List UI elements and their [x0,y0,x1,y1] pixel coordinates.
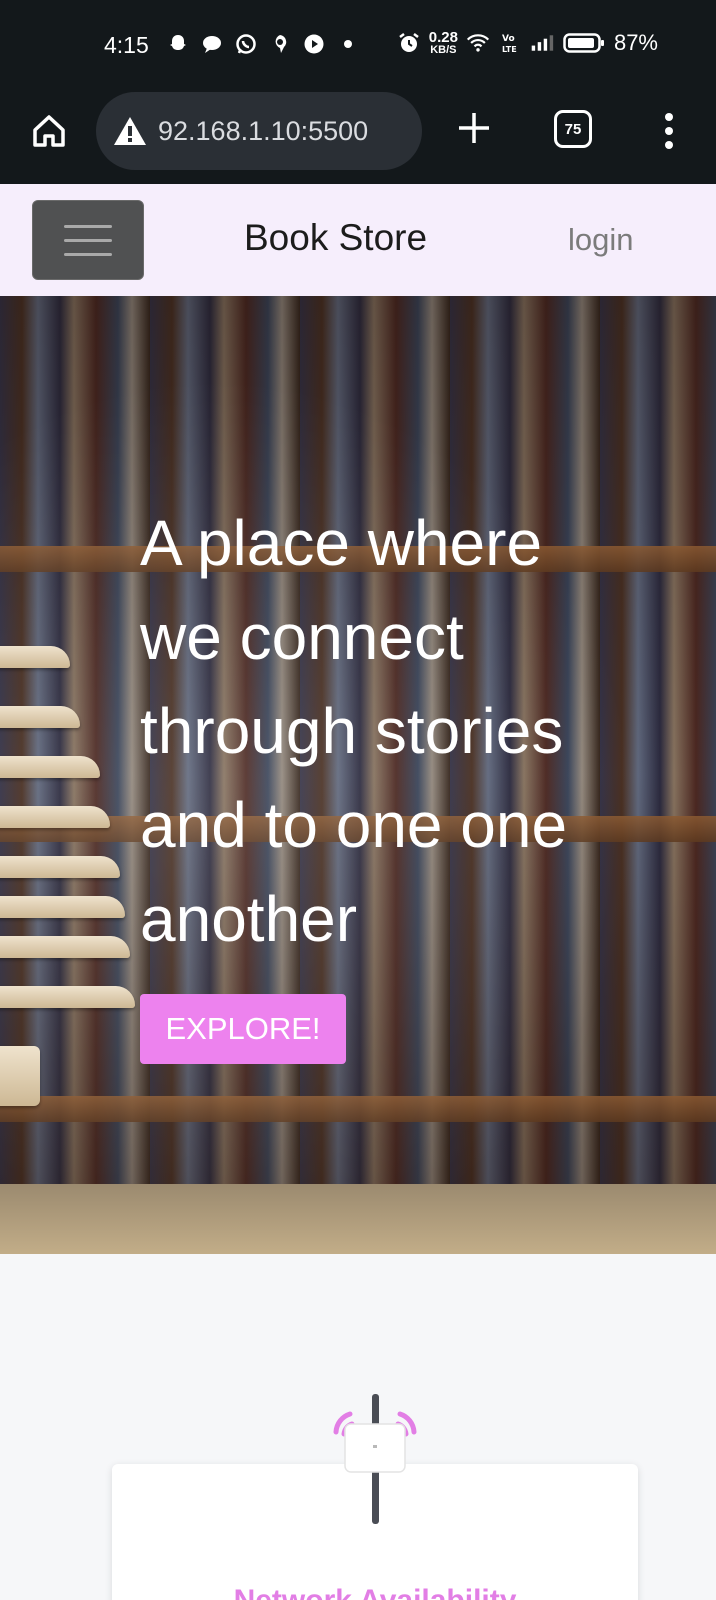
whatsapp-icon [234,32,258,56]
hamburger-icon [64,224,112,228]
url-text[interactable]: 92.168.1.10:5500 [158,116,368,147]
tab-count: 75 [564,120,582,138]
battery-percent: 87% [613,30,658,55]
wifi-icon [466,31,490,55]
site-navbar: Book Store login [0,184,716,296]
browser-toolbar: 92.168.1.10:5500 75 [0,88,716,184]
net-speed-value: 0.28 [428,29,458,46]
url-bar[interactable]: 92.168.1.10:5500 [96,92,422,170]
hero-headline: A place where we connect through stories… [140,507,568,955]
cell-signal-icon [530,31,554,55]
status-time: 4:15 [104,32,149,58]
login-link[interactable]: login [568,222,634,258]
warning-icon[interactable] [110,111,150,151]
dot-icon [336,32,360,56]
router-icon [333,1394,417,1524]
snapchat-icon [166,32,190,56]
hero-section: A place where we connect through stories… [0,296,716,1254]
svg-text:LTE: LTE [502,45,517,54]
tab-switcher-button[interactable]: 75 [554,110,592,148]
volte-icon: Vo LTE [498,31,522,55]
phone-screen: 4:15 0.28 KB/S Vo LTE 87% 92.168.1.10:55… [0,0,716,1600]
new-tab-button[interactable] [452,106,496,150]
chat-bubble-icon [200,32,224,56]
navbar-toggle-button[interactable] [32,200,144,280]
features-section: Network Availability [0,1254,716,1600]
brand-title[interactable]: Book Store [244,217,427,259]
net-speed-unit: KB/S [430,44,457,56]
more-vert-icon[interactable] [654,108,684,154]
home-button[interactable] [26,108,72,154]
svg-text:Vo: Vo [502,34,515,44]
youtube-icon [302,32,326,56]
explore-button[interactable]: EXPLORE! [140,994,346,1064]
status-bar: 4:15 0.28 KB/S Vo LTE 87% [0,0,716,88]
home-icon [33,115,65,147]
signal-icon [268,32,292,56]
system-icons: 0.28 KB/S Vo LTE 87% [397,30,658,56]
notification-icons [166,32,360,56]
open-book-image [0,626,140,1126]
feature-card-title: Network Availability [112,1584,638,1600]
plus-icon [459,113,489,143]
alarm-icon [397,31,421,55]
net-speed: 0.28 KB/S [429,30,458,56]
battery-icon [562,31,606,55]
